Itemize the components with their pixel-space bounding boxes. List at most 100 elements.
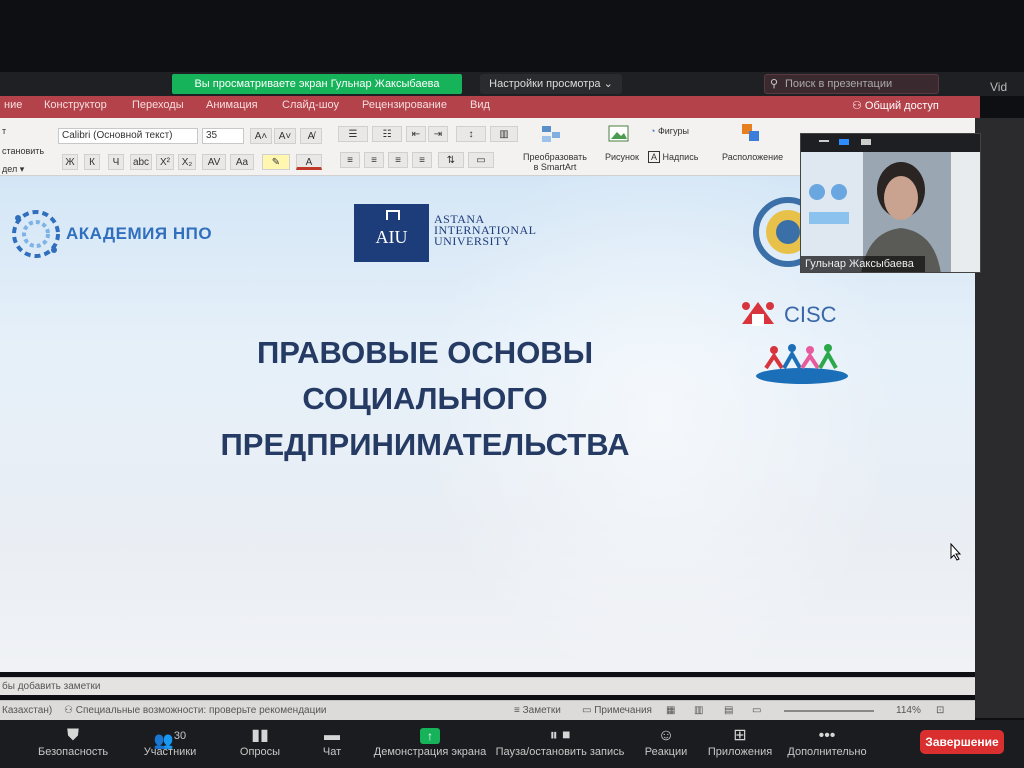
- underline-button[interactable]: Ч: [108, 154, 124, 170]
- share-screen-button[interactable]: ↑ Демонстрация экрана: [372, 726, 488, 758]
- participants-count: 30: [173, 730, 187, 742]
- webcam-header: [801, 134, 981, 152]
- title-line: ПРАВОВЫЕ ОСНОВЫ: [256, 335, 594, 370]
- grow-font-button[interactable]: A˄: [250, 128, 272, 144]
- view-sorter-icon[interactable]: ▥: [694, 701, 703, 721]
- shield-icon: ⛊: [66, 727, 79, 744]
- more-button[interactable]: ••• Дополнительно: [784, 726, 870, 758]
- italic-button[interactable]: К: [84, 154, 100, 170]
- accessibility-status[interactable]: ⚇ Специальные возможности: проверьте рек…: [64, 701, 327, 721]
- ribbon-left-label: т: [2, 126, 7, 136]
- reactions-label: Реакции: [644, 746, 688, 758]
- view-options-button[interactable]: Настройки просмотра ⌄: [480, 74, 622, 94]
- pause-record-button[interactable]: ⏸ ⏹ Пауза/остановить запись: [494, 726, 626, 758]
- status-bar: Казахстан) ⚇ Специальные возможности: пр…: [0, 700, 975, 720]
- title-line: СОЦИАЛЬНОГО: [302, 381, 548, 416]
- view-slideshow-icon[interactable]: ▭: [752, 701, 761, 721]
- polls-button[interactable]: ▮▮ Опросы: [232, 726, 288, 758]
- menu-home[interactable]: ние: [4, 99, 22, 111]
- share-access-button[interactable]: ⚇ Общий доступ: [852, 99, 939, 112]
- zoom-slider[interactable]: [784, 710, 874, 712]
- window-controls-icon[interactable]: [801, 134, 981, 152]
- cisc-logo-icon: CISC: [742, 302, 837, 327]
- share-screen-icon: ↑: [372, 726, 488, 746]
- chat-label: Чат: [322, 746, 342, 758]
- shapes-label: Фигуры: [657, 126, 689, 136]
- webcam-thumbnail[interactable]: Гульнар Жаксыбаева: [800, 133, 981, 273]
- share-screen-label: Демонстрация экрана: [373, 746, 487, 758]
- align-right-icon[interactable]: ≡: [388, 152, 408, 168]
- security-button[interactable]: ⛊ Безопасность: [38, 726, 108, 758]
- apps-button[interactable]: ⊞ Приложения: [704, 726, 776, 758]
- bullets-icon[interactable]: ☰: [338, 126, 368, 142]
- fit-slide-icon[interactable]: ⊡: [936, 701, 944, 721]
- line-spacing-icon[interactable]: ↕: [456, 126, 486, 142]
- indent-icon[interactable]: ⇥: [428, 126, 448, 142]
- apps-label: Приложения: [707, 746, 773, 758]
- font-color-icon[interactable]: A: [296, 154, 322, 170]
- mouse-cursor-icon: [950, 543, 962, 561]
- font-name-select[interactable]: Calibri (Основной текст): [58, 128, 198, 144]
- text-direction-icon[interactable]: ⇅: [438, 152, 464, 168]
- menu-view[interactable]: Вид: [470, 99, 490, 111]
- accessibility-icon: ⚇: [64, 705, 76, 716]
- smartart-icon[interactable]: [540, 124, 560, 142]
- more-icon: •••: [818, 727, 836, 744]
- end-meeting-button[interactable]: Завершение: [920, 730, 1004, 754]
- shapes-button[interactable]: ◔ Фигуры: [650, 126, 689, 136]
- superscript-button[interactable]: X²: [156, 154, 174, 170]
- user-add-icon: ⚇: [852, 100, 865, 112]
- share-banner: Вы просматриваете экран Гульнар Жаксыбае…: [172, 74, 462, 94]
- arrange-label: Расположение: [722, 152, 784, 162]
- clear-format-button[interactable]: A̸: [300, 128, 322, 144]
- aiu-name-line: UNIVERSITY: [434, 234, 511, 248]
- menu-slideshow[interactable]: Слайд-шоу: [282, 99, 339, 111]
- notes-toggle[interactable]: ≡ Заметки: [514, 701, 561, 721]
- highlight-icon[interactable]: ✎: [262, 154, 290, 170]
- notes-toggle-label: Заметки: [522, 705, 561, 716]
- menu-animation[interactable]: Анимация: [206, 99, 258, 111]
- menu-review[interactable]: Рецензирование: [362, 99, 447, 111]
- zoom-top-bar: Вы просматриваете экран Гульнар Жаксыбае…: [0, 72, 1024, 96]
- numbering-icon[interactable]: ☷: [372, 126, 402, 142]
- presentation-search[interactable]: ⚲ Поиск в презентации: [764, 74, 939, 94]
- case-button[interactable]: Aa: [230, 154, 254, 170]
- view-normal-icon[interactable]: ▦: [666, 701, 675, 721]
- columns-icon[interactable]: ▥: [490, 126, 518, 142]
- textbox-icon: A: [648, 151, 661, 163]
- strike-button[interactable]: abc: [130, 154, 152, 170]
- notes-bar[interactable]: бы добавить заметки: [0, 677, 975, 695]
- ribbon-left-label: дел ▾: [2, 164, 25, 174]
- notes-placeholder: бы добавить заметки: [2, 681, 101, 692]
- participants-button[interactable]: 👥30 Участники: [138, 726, 202, 758]
- justify-icon[interactable]: ≡: [412, 152, 432, 168]
- align-left-icon[interactable]: ≡: [340, 152, 360, 168]
- comments-toggle[interactable]: ▭ Примечания: [582, 701, 652, 721]
- accessibility-label: Специальные возможности: проверьте реком…: [75, 705, 327, 716]
- status-language: Казахстан): [2, 705, 53, 716]
- webcam-name: Гульнар Жаксыбаева: [801, 256, 925, 272]
- view-reading-icon[interactable]: ▤: [724, 701, 733, 721]
- align-center-icon[interactable]: ≡: [364, 152, 384, 168]
- participants-icon: 👥30: [153, 730, 187, 750]
- shrink-font-button[interactable]: A˅: [274, 128, 296, 144]
- reactions-button[interactable]: ☺ Реакции: [640, 726, 692, 758]
- align-text-icon[interactable]: ▭: [468, 152, 494, 168]
- academy-title: АКАДЕМИЯ НПО: [66, 224, 213, 243]
- menu-design[interactable]: Конструктор: [44, 99, 107, 111]
- more-label: Дополнительно: [787, 746, 867, 758]
- side-label: Vid: [990, 80, 1008, 94]
- subscript-button[interactable]: X₂: [178, 154, 196, 170]
- arrange-icon[interactable]: [740, 122, 760, 141]
- menu-transitions[interactable]: Переходы: [132, 99, 184, 111]
- title-line: ПРЕДПРИНИМАТЕЛЬСТВА: [220, 427, 630, 462]
- outdent-icon[interactable]: ⇤: [406, 126, 426, 142]
- chat-button[interactable]: ▬ Чат: [308, 726, 356, 758]
- bold-button[interactable]: Ж: [62, 154, 78, 170]
- smartart-label: Преобразовать в SmartArt: [523, 152, 587, 172]
- textbox-button[interactable]: A Надпись: [648, 151, 698, 163]
- font-size-select[interactable]: 35: [202, 128, 244, 144]
- picture-icon[interactable]: [608, 124, 629, 142]
- spacing-button[interactable]: AV: [202, 154, 226, 170]
- notes-icon: ≡: [514, 705, 523, 716]
